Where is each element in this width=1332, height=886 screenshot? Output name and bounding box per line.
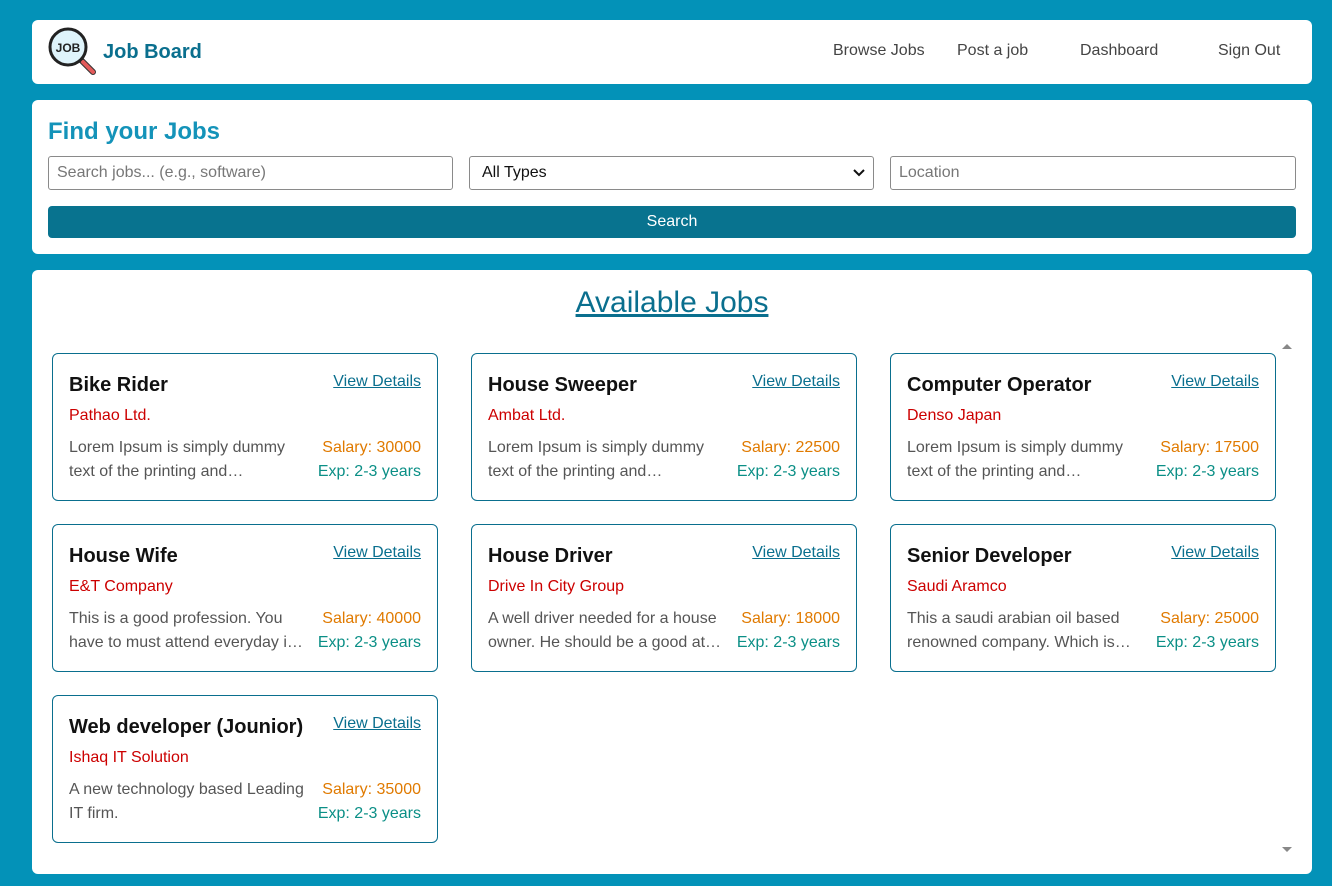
job-description: Lorem Ipsum is simply dummy text of the … (488, 439, 705, 480)
job-card: Senior Developer View Details Saudi Aram… (890, 524, 1276, 672)
job-title: House Sweeper (488, 374, 637, 396)
nav-dashboard[interactable]: Dashboard (1080, 42, 1158, 60)
view-details-link[interactable]: View Details (752, 373, 840, 391)
job-card: Web developer (Jounior) View Details Ish… (52, 695, 438, 843)
jobs-panel: Available Jobs Bike Rider View Details P… (32, 270, 1312, 874)
job-title: Bike Rider (69, 374, 168, 396)
jobs-title: Available Jobs (575, 286, 769, 319)
job-card: Computer Operator View Details Denso Jap… (890, 353, 1276, 501)
job-company: Denso Japan (907, 407, 1002, 424)
job-salary: Salary: 35000 (322, 781, 421, 798)
job-description: Lorem Ipsum is simply dummy text of the … (907, 439, 1124, 480)
nav-post-job[interactable]: Post a job (957, 42, 1028, 60)
job-title: House Driver (488, 545, 613, 567)
job-description: This is a good profession. You have to m… (69, 610, 303, 651)
scroll-down-arrow-icon[interactable] (1282, 847, 1292, 852)
job-description: This a saudi arabian oil based renowned … (907, 610, 1131, 651)
jobs-scrollbar[interactable] (1280, 340, 1294, 856)
job-experience: Exp: 2-3 years (317, 805, 421, 822)
view-details-link[interactable]: View Details (1171, 373, 1259, 391)
job-card: House Driver View Details Drive In City … (471, 524, 857, 672)
view-details-link[interactable]: View Details (333, 715, 421, 733)
job-description: A new technology based Leading IT firm. (69, 781, 304, 822)
keyword-search-input[interactable]: Search jobs... (e.g., software) (48, 156, 453, 190)
job-title: Computer Operator (907, 374, 1092, 396)
job-experience: Exp: 2-3 years (736, 463, 840, 480)
job-company: Pathao Ltd. (69, 407, 151, 424)
job-description: Lorem Ipsum is simply dummy text of the … (69, 439, 286, 480)
scroll-up-arrow-icon[interactable] (1282, 344, 1292, 349)
job-company: Saudi Aramco (907, 578, 1007, 595)
job-experience: Exp: 2-3 years (736, 634, 840, 651)
job-company: E&T Company (69, 578, 173, 595)
view-details-link[interactable]: View Details (752, 544, 840, 562)
job-title: Web developer (Jounior) (69, 716, 304, 738)
job-salary: Salary: 30000 (322, 439, 421, 456)
location-input[interactable]: Location (890, 156, 1296, 190)
job-company: Ambat Ltd. (488, 407, 566, 424)
job-title: Senior Developer (907, 545, 1072, 567)
navbar: JOB Job Board Browse Jobs Post a job Das… (32, 20, 1312, 84)
job-experience: Exp: 2-3 years (1155, 634, 1259, 651)
job-salary: Salary: 40000 (322, 610, 421, 627)
job-experience: Exp: 2-3 years (1155, 463, 1259, 480)
job-company: Ishaq IT Solution (69, 749, 189, 766)
job-type-select[interactable]: All Types (469, 156, 874, 190)
view-details-link[interactable]: View Details (333, 544, 421, 562)
job-salary: Salary: 25000 (1160, 610, 1259, 627)
view-details-link[interactable]: View Details (333, 373, 421, 391)
job-description: A well driver needed for a house owner. … (488, 610, 722, 651)
job-experience: Exp: 2-3 years (317, 634, 421, 651)
search-button[interactable]: Search (48, 206, 1296, 238)
job-experience: Exp: 2-3 years (317, 463, 421, 480)
job-salary: Salary: 17500 (1160, 439, 1259, 456)
job-title: House Wife (69, 545, 178, 567)
job-card: House Sweeper View Details Ambat Ltd. Lo… (471, 353, 857, 501)
chevron-down-icon (853, 164, 865, 182)
job-salary: Salary: 22500 (741, 439, 840, 456)
search-panel: Find your Jobs Search jobs... (e.g., sof… (32, 100, 1312, 254)
nav-links: Browse Jobs Post a job Dashboard Sign Ou… (32, 20, 1312, 84)
job-company: Drive In City Group (488, 578, 625, 595)
job-salary: Salary: 18000 (741, 610, 840, 627)
job-card: House Wife View Details E&T Company This… (52, 524, 438, 672)
view-details-link[interactable]: View Details (1171, 544, 1259, 562)
job-type-selected: All Types (482, 164, 547, 181)
search-title: Find your Jobs (48, 118, 221, 145)
nav-sign-out[interactable]: Sign Out (1218, 42, 1280, 60)
job-card: Bike Rider View Details Pathao Ltd. Lore… (52, 353, 438, 501)
nav-browse-jobs[interactable]: Browse Jobs (833, 42, 925, 60)
